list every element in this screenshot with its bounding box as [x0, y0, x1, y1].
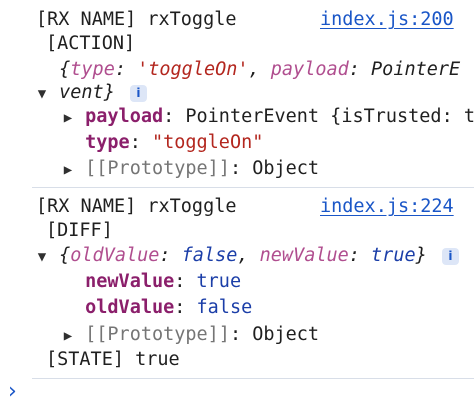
- property-colon: :: [229, 158, 253, 179]
- property-colon: :: [163, 106, 186, 127]
- property-value: false: [196, 297, 253, 318]
- expand-triangle-icon[interactable]: ▼: [36, 244, 48, 270]
- preview-colon: :: [114, 59, 138, 80]
- source-link[interactable]: index.js:224: [320, 194, 454, 220]
- expand-triangle-icon[interactable]: ▼: [36, 81, 48, 107]
- preview-key: payload: [270, 59, 349, 80]
- expand-arrow-icon[interactable]: ▶: [62, 323, 74, 349]
- property-value: "toggleOn": [151, 132, 264, 153]
- property-colon: :: [129, 132, 152, 153]
- property-key: type: [85, 132, 130, 153]
- object-property: ▶ oldValue: false: [62, 295, 252, 322]
- log-message-label: [RX NAME] rxToggle: [36, 196, 237, 217]
- prototype-label: [[Prototype]]: [85, 158, 230, 179]
- property-colon: :: [174, 271, 197, 292]
- chevron-right-icon[interactable]: ›: [8, 379, 17, 405]
- log-message-label: [RX NAME] rxToggle: [36, 9, 237, 30]
- preview-value: true: [371, 245, 416, 266]
- property-value: PointerEvent {isTrusted: t: [185, 106, 474, 127]
- preview-key: type: [70, 59, 115, 80]
- property-colon: :: [174, 297, 197, 318]
- brace-close: }: [415, 245, 427, 266]
- object-property: ▶ type: "toggleOn": [62, 130, 263, 157]
- log-tag: [DIFF]: [46, 220, 113, 241]
- prototype-value: Object: [252, 324, 320, 345]
- prototype-property[interactable]: ▶ [[Prototype]]: Object: [62, 322, 319, 349]
- preview-value: vent: [59, 82, 104, 103]
- source-link[interactable]: index.js:200: [320, 7, 454, 33]
- preview-comma: ,: [237, 245, 260, 266]
- property-key: oldValue: [85, 297, 175, 318]
- brace-open: {: [59, 245, 71, 266]
- expand-arrow-icon[interactable]: ▶: [62, 157, 74, 183]
- property-value: true: [196, 271, 242, 292]
- brace-close: }: [103, 82, 115, 103]
- property-key: newValue: [85, 271, 175, 292]
- property-colon: :: [229, 324, 253, 345]
- preview-value: 'toggleOn': [137, 59, 249, 80]
- log-tag: [ACTION]: [46, 33, 136, 54]
- info-icon[interactable]: i: [441, 247, 459, 265]
- expand-arrow-icon[interactable]: ▶: [62, 105, 74, 131]
- preview-key: newValue: [259, 245, 349, 266]
- prototype-property[interactable]: ▶ [[Prototype]]: Object: [62, 156, 319, 183]
- log-separator: [32, 187, 474, 188]
- preview-colon: :: [348, 59, 372, 80]
- brace-open: {: [59, 59, 71, 80]
- object-property[interactable]: ▶ payload: PointerEvent {isTrusted: t: [62, 104, 474, 131]
- preview-colon: :: [348, 245, 372, 266]
- object-property: ▶ newValue: true: [62, 269, 241, 296]
- log-separator: [32, 378, 474, 379]
- preview-value: false: [181, 245, 238, 266]
- object-preview[interactable]: ▼ {oldValue: false, newValue: true} i: [36, 243, 459, 270]
- info-icon[interactable]: i: [129, 84, 147, 102]
- preview-colon: :: [159, 245, 182, 266]
- property-key: payload: [85, 106, 164, 127]
- preview-comma: ,: [248, 59, 271, 80]
- prototype-value: Object: [252, 158, 320, 179]
- preview-key: oldValue: [70, 245, 160, 266]
- prototype-label: [[Prototype]]: [85, 324, 230, 345]
- state-log-line: [STATE] true: [46, 349, 180, 370]
- preview-value: PointerE: [371, 59, 461, 80]
- object-preview-continued[interactable]: ▼ vent} i: [36, 80, 147, 107]
